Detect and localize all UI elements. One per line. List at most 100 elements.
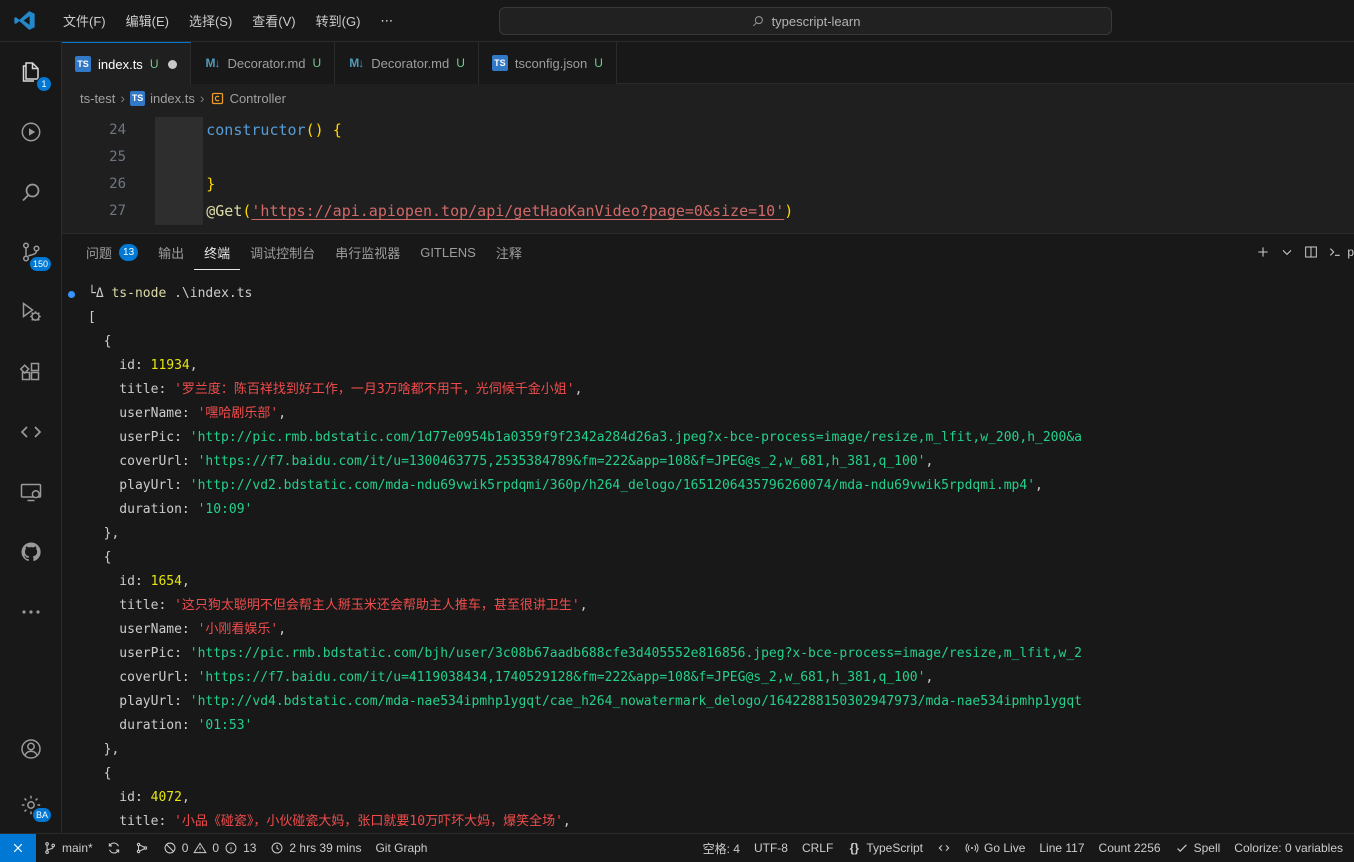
breadcrumb-separator-icon: › <box>200 90 205 106</box>
activity-search[interactable] <box>0 162 61 222</box>
activity-run-and-debug[interactable] <box>0 282 61 342</box>
text-run: '01:53' <box>198 718 253 733</box>
text-run: 'https://api.apiopen.top/api/getHaoKanVi… <box>251 202 784 220</box>
breadcrumb-item[interactable]: Controller <box>210 91 286 106</box>
status-spell-checker[interactable]: Spell <box>1168 834 1228 862</box>
text-run: } <box>206 175 215 193</box>
code-line: 27 @Get('https://api.apiopen.top/api/get… <box>62 198 1354 225</box>
account-icon <box>19 737 43 761</box>
status-line-counter[interactable]: Line 117 <box>1032 834 1091 862</box>
editor[interactable]: 24 constructor() {2526 }27 @Get('https:/… <box>62 112 1354 233</box>
text-run: { <box>88 550 111 565</box>
status-go-live[interactable]: Go Live <box>958 834 1032 862</box>
status-label: Colorize: 0 variables <box>1234 841 1343 855</box>
status-sync-changes[interactable] <box>100 834 128 862</box>
breadcrumb-item[interactable]: ts-test <box>80 91 115 106</box>
status-remote[interactable] <box>0 834 36 862</box>
text-run: @Get <box>206 202 242 220</box>
status-bar: main*00132 hrs 39 minsGit Graph 空格: 4UTF… <box>0 833 1354 862</box>
breadcrumb-label: Controller <box>230 91 286 106</box>
status-count: 0 <box>212 841 219 855</box>
activity-badge: 1 <box>36 76 52 92</box>
activity-live-server[interactable] <box>0 402 61 462</box>
panel-tab-终端[interactable]: 终端 <box>194 234 240 270</box>
panel-tab-串行监视器[interactable]: 串行监视器 <box>325 234 410 270</box>
activity-accounts[interactable] <box>0 721 61 777</box>
menu-more-button[interactable]: ⋯ <box>370 8 403 34</box>
terminal-line: userPic: 'https://pic.rmb.bdstatic.com/b… <box>88 642 1354 666</box>
status-problems[interactable]: 0013 <box>156 834 264 862</box>
panel-tab-注释[interactable]: 注释 <box>486 234 532 270</box>
text-run: 'http://vd4.bdstatic.com/mda-nae534ipmhp… <box>190 694 1082 709</box>
panel-action-new-terminal[interactable] <box>1255 244 1271 260</box>
git-decoration: U <box>150 57 159 71</box>
activity-settings[interactable]: BA <box>0 777 61 833</box>
status-count: 13 <box>243 841 256 855</box>
breadcrumb-item[interactable]: TSindex.ts <box>130 91 195 106</box>
branch-icon <box>43 841 57 855</box>
activity-extensions[interactable] <box>0 342 61 402</box>
text-run: , <box>1035 478 1043 493</box>
terminal-line: title: '小品《碰瓷》，小伙碰瓷大妈，张口就要10万吓坏大妈，爆笑全场', <box>88 810 1354 833</box>
menu-item[interactable]: 文件(F) <box>53 6 116 35</box>
md-file-icon: M↓ <box>348 55 364 71</box>
status-word-count[interactable]: Count 2256 <box>1092 834 1168 862</box>
status-git-graph[interactable]: Git Graph <box>368 834 434 862</box>
activity-badge: BA <box>32 807 52 823</box>
menu-item[interactable]: 转到(G) <box>306 6 371 35</box>
activity-remote-explorer[interactable] <box>0 462 61 522</box>
activity-bar-bottom: BA <box>0 721 61 833</box>
text-run: playUrl: <box>88 694 190 709</box>
breadcrumb-label: ts-test <box>80 91 115 106</box>
terminal-line: duration: '10:09' <box>88 498 1354 522</box>
warning-icon <box>193 841 207 855</box>
text-run: '罗兰度：陈百祥找到好工作，一月3万啥都不用干，光伺候千金小姐' <box>174 382 574 397</box>
tab-tsconfig-json[interactable]: TStsconfig.jsonU <box>479 42 617 84</box>
tab-label: Decorator.md <box>227 56 305 71</box>
tab-index-ts[interactable]: TSindex.tsU <box>62 42 191 85</box>
status-formatter[interactable] <box>930 834 958 862</box>
text-run: coverUrl: <box>88 454 198 469</box>
status-colorize[interactable]: Colorize: 0 variables <box>1227 834 1350 862</box>
tab-decorator-md[interactable]: M↓Decorator.mdU <box>335 42 479 84</box>
panel-tab-调试控制台[interactable]: 调试控制台 <box>240 234 325 270</box>
text-run <box>134 121 206 139</box>
status-git-branch[interactable]: main* <box>36 834 100 862</box>
panel-tab-输出[interactable]: 输出 <box>148 234 194 270</box>
text-run <box>134 202 206 220</box>
plus-icon <box>1255 244 1271 260</box>
status-indentation[interactable]: 空格: 4 <box>696 834 747 862</box>
panel-action-terminal-tab[interactable]: p <box>1327 244 1354 260</box>
status-eol[interactable]: CRLF <box>795 834 840 862</box>
tab-decorator-md[interactable]: M↓Decorator.mdU <box>191 42 335 84</box>
terminal-line: id: 1654, <box>88 570 1354 594</box>
text-run: id: <box>88 574 151 589</box>
github-icon <box>19 540 43 564</box>
activity-github[interactable] <box>0 522 61 582</box>
text-run: , <box>278 622 286 637</box>
activity-explorer[interactable]: 1 <box>0 42 61 102</box>
menu-item[interactable]: 选择(S) <box>179 6 242 35</box>
text-run: ts-node <box>111 286 166 301</box>
text-run: '嘿哈剧乐部' <box>198 406 279 421</box>
terminal-line: playUrl: 'http://vd4.bdstatic.com/mda-na… <box>88 690 1354 714</box>
search-icon <box>751 14 765 28</box>
panel-tab-问题[interactable]: 问题13 <box>76 234 148 270</box>
activity-run-commands[interactable] <box>0 102 61 162</box>
text-run: playUrl: <box>88 478 190 493</box>
text-run: 'https://f7.baidu.com/it/u=1300463775,25… <box>198 454 926 469</box>
activity-more-views[interactable] <box>0 582 61 642</box>
panel-tab-GITLENS[interactable]: GITLENS <box>410 234 486 270</box>
panel-action-launch-profile[interactable] <box>1279 244 1295 260</box>
menu-item[interactable]: 查看(V) <box>242 6 305 35</box>
status-language-mode[interactable]: {}TypeScript <box>840 834 930 862</box>
status-git-graph-view[interactable] <box>128 834 156 862</box>
command-center-search[interactable]: typescript-learn <box>499 7 1112 35</box>
activity-source-control[interactable]: 150 <box>0 222 61 282</box>
status-time-tracker[interactable]: 2 hrs 39 mins <box>263 834 368 862</box>
menu-item[interactable]: 编辑(E) <box>116 6 179 35</box>
status-encoding[interactable]: UTF-8 <box>747 834 795 862</box>
terminal[interactable]: └Δ ts-node .\index.ts[ { id: 11934, titl… <box>62 270 1354 833</box>
panel-action-split-terminal[interactable] <box>1303 244 1319 260</box>
terminal-line: playUrl: 'http://vd2.bdstatic.com/mda-nd… <box>88 474 1354 498</box>
